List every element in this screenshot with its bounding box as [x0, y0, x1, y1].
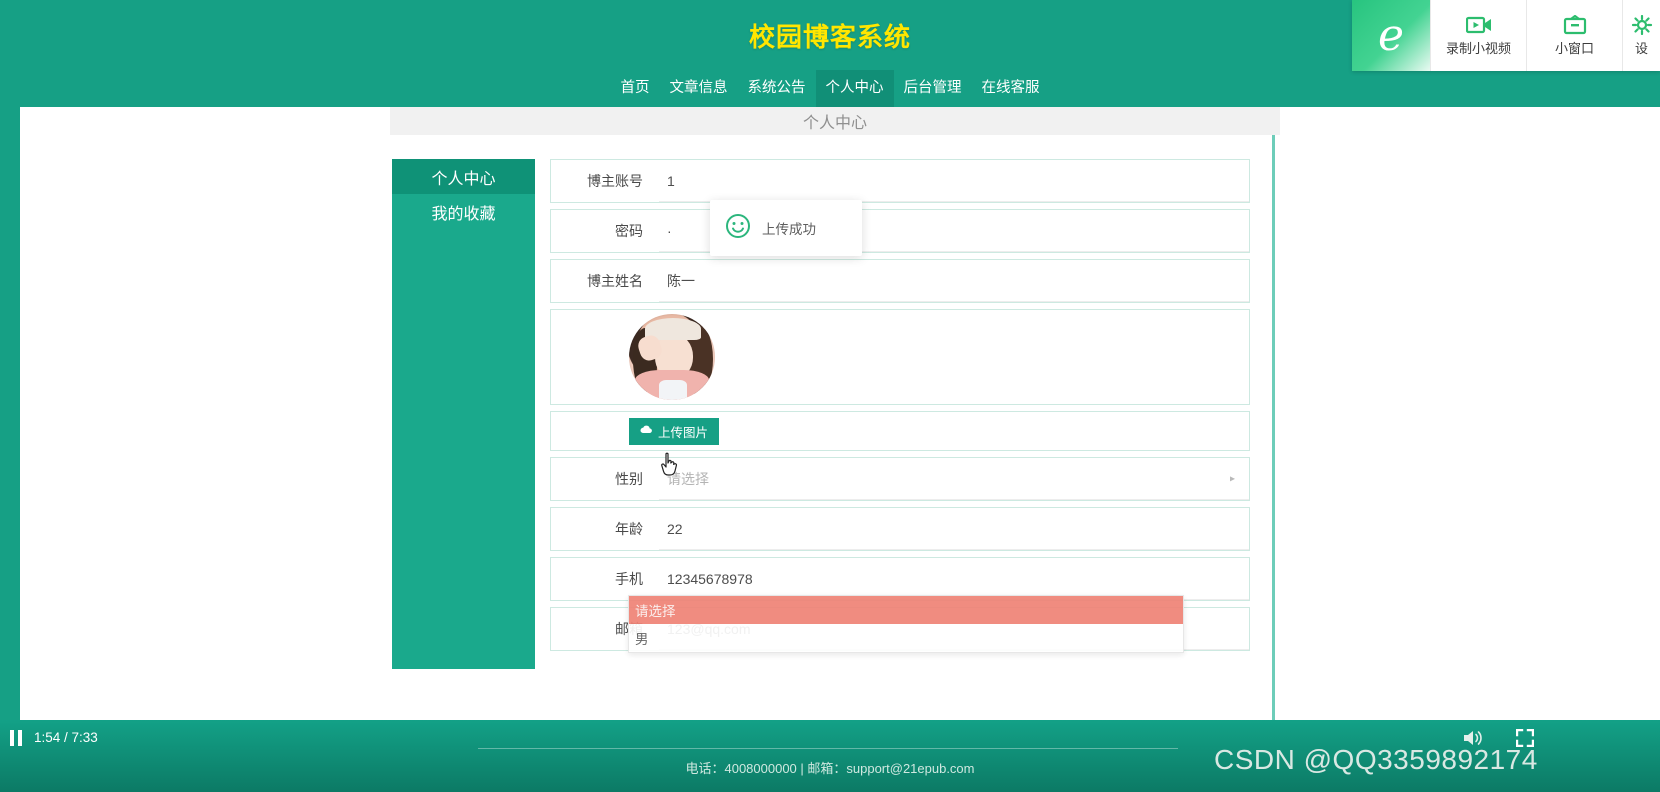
age-label: 年龄: [615, 521, 643, 537]
settings-label: 设: [1634, 40, 1648, 56]
breadcrumb-label: 个人中心: [802, 115, 867, 132]
footer-divider: [478, 748, 1178, 749]
toast-message: 上传成功: [762, 222, 816, 237]
chevron-down-icon[interactable]: ▸: [1230, 474, 1235, 485]
field-row-nickname: 博主姓名: [550, 259, 1250, 303]
upload-success-toast: 上传成功: [710, 200, 862, 256]
settings-icon: [1631, 14, 1653, 35]
breadcrumb: 个人中心: [390, 107, 1280, 135]
fullscreen-icon[interactable]: [1515, 728, 1535, 752]
avatar: [629, 314, 715, 400]
sidebar-item-profile[interactable]: 个人中心: [392, 159, 535, 194]
gender-dropdown-panel[interactable]: 请选择 男: [628, 595, 1184, 653]
gender-label: 性别: [615, 471, 643, 487]
gender-option-placeholder[interactable]: 请选择: [629, 596, 1183, 624]
site-title: 校园博客系统: [748, 21, 911, 52]
record-video-label: 录制小视频: [1445, 40, 1511, 56]
main-navigation: 首页 文章信息 系统公告 个人中心 后台管理 在线客服: [0, 70, 1660, 107]
page-content: 个人中心 个人中心 我的收藏 博主账号 密码 博主姓名: [0, 107, 1660, 757]
nav-item-admin[interactable]: 后台管理: [894, 70, 972, 107]
age-input[interactable]: [659, 508, 1249, 550]
browser-toolbar: e 录制小视频 小窗口 设: [1352, 0, 1660, 71]
nickname-label: 博主姓名: [587, 273, 643, 289]
csdn-watermark: CSDN @QQ3359892174: [1214, 744, 1538, 775]
nickname-input[interactable]: [659, 260, 1249, 302]
record-video-icon: [1465, 15, 1492, 35]
video-progress-bar[interactable]: [455, 714, 1120, 717]
right-accent-rail: [1272, 107, 1275, 720]
nav-item-notice[interactable]: 系统公告: [738, 70, 816, 107]
small-window-icon: [1563, 14, 1587, 35]
record-video-button[interactable]: 录制小视频: [1430, 0, 1526, 71]
browser-logo-icon[interactable]: e: [1352, 0, 1430, 71]
small-window-label: 小窗口: [1554, 40, 1594, 56]
video-time-display: 1:54 / 7:33: [34, 730, 98, 745]
smiley-success-icon: [725, 213, 751, 244]
field-row-password: 密码: [550, 209, 1250, 253]
settings-button[interactable]: 设: [1622, 0, 1660, 71]
phone-label: 手机: [615, 571, 643, 587]
avatar-row: [550, 309, 1250, 405]
phone-input[interactable]: [659, 558, 1249, 600]
gender-select[interactable]: [659, 458, 1249, 500]
app-screenshot: 校园博客系统 e 录制小视频 小窗口 设 首页 文章信息 系统公告 个人中心 后…: [0, 0, 1660, 792]
gender-option-male[interactable]: 男: [629, 624, 1183, 652]
nav-item-home[interactable]: 首页: [611, 70, 660, 107]
field-row-gender: 性别 ▸: [550, 457, 1250, 501]
account-label: 博主账号: [587, 173, 643, 189]
upload-row: 上传图片: [550, 411, 1250, 451]
left-accent-rail: [0, 107, 20, 720]
account-input[interactable]: [659, 160, 1249, 202]
field-row-age: 年龄: [550, 507, 1250, 551]
upload-image-label: 上传图片: [658, 425, 709, 440]
browser-logo-label: e: [1377, 9, 1405, 61]
upload-image-button[interactable]: 上传图片: [629, 417, 720, 445]
profile-form: 博主账号 密码 博主姓名: [550, 159, 1250, 657]
nav-item-articles[interactable]: 文章信息: [660, 70, 738, 107]
profile-sidebar: 个人中心 我的收藏: [392, 159, 535, 669]
nav-item-profile[interactable]: 个人中心: [815, 70, 894, 107]
nav-item-support[interactable]: 在线客服: [972, 70, 1050, 107]
sidebar-item-favorites[interactable]: 我的收藏: [392, 194, 535, 229]
cloud-upload-icon: [640, 424, 653, 438]
field-row-account: 博主账号: [550, 159, 1250, 203]
small-window-button[interactable]: 小窗口: [1526, 0, 1622, 71]
volume-icon[interactable]: [1462, 729, 1484, 752]
pause-icon[interactable]: [8, 729, 24, 752]
password-label: 密码: [615, 223, 643, 239]
